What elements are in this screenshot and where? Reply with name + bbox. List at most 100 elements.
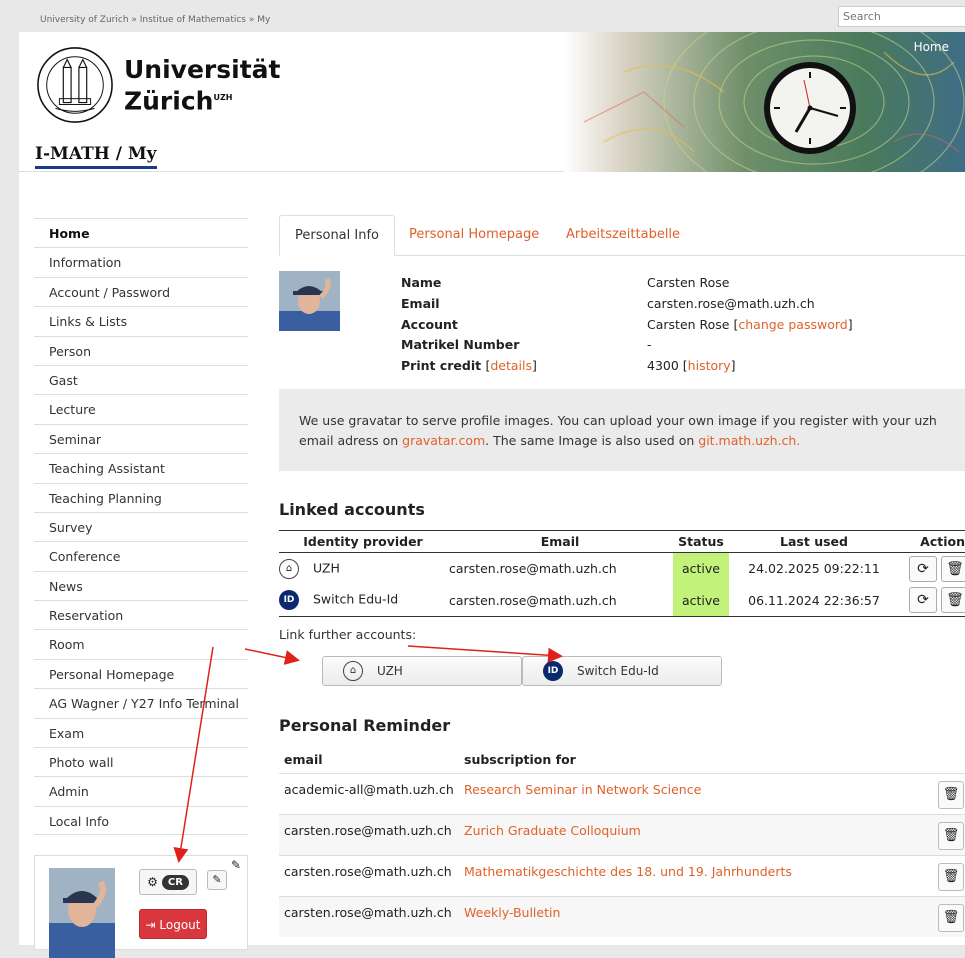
university-seal-logo[interactable] (36, 46, 114, 124)
sidebar-item-local-info[interactable]: Local Info (34, 805, 248, 836)
profile-photo (279, 271, 340, 331)
user-box: ⚙ CR ✎ ✎ ⇥ Logout (34, 855, 248, 958)
action-cell: 🗑 (929, 813, 965, 855)
value-print-credit: 4300 [history] (647, 358, 736, 374)
gravatar-link[interactable]: gravatar.com (402, 433, 485, 448)
last-used-cell: 06.11.2024 22:36:57 (729, 584, 899, 617)
header-banner-image: Home (564, 32, 965, 172)
site-title[interactable]: I-MATH / My (35, 144, 157, 169)
sidebar-item-lecture[interactable]: Lecture (34, 394, 248, 423)
action-cell: 🗑 (929, 854, 965, 896)
sidebar-nav: Home Information Account / Password Link… (34, 218, 248, 836)
col-last-used: Last used (729, 530, 899, 553)
university-name-line2: Zürich (124, 86, 214, 116)
sidebar-item-person[interactable]: Person (34, 335, 248, 365)
university-name-line1: Universität (124, 55, 281, 84)
git-link[interactable]: git.math.uzh.ch. (698, 433, 800, 448)
value-name: Carsten Rose (647, 275, 730, 290)
reminder-email: carsten.rose@math.uzh.ch (279, 854, 459, 896)
print-credit-details-link[interactable]: details (490, 358, 532, 373)
tab-personal-homepage[interactable]: Personal Homepage (394, 215, 554, 256)
change-password-link[interactable]: change password (738, 317, 847, 332)
sidebar-item-seminar[interactable]: Seminar (34, 423, 248, 453)
reminder-email: carsten.rose@math.uzh.ch (279, 895, 459, 937)
sidebar-item-conference[interactable]: Conference (34, 541, 248, 570)
sidebar-item-reservation[interactable]: Reservation (34, 600, 248, 629)
status-badge: active (673, 584, 729, 617)
subscription-link[interactable]: Zurich Graduate Colloquium (464, 823, 641, 838)
subscription-link[interactable]: Research Seminar in Network Science (464, 782, 701, 797)
edu-id-icon: ID (543, 661, 563, 681)
logout-icon: ⇥ (145, 918, 156, 932)
info-values: Carsten Rose carsten.rose@math.uzh.ch Ca… (647, 273, 853, 377)
email-cell: carsten.rose@math.uzh.ch (449, 561, 617, 577)
subscription-link[interactable]: Mathematikgeschichte des 18. und 19. Jah… (464, 864, 792, 879)
label-print-credit-text: Print credit (401, 358, 482, 374)
reminder-subscription: Mathematikgeschichte des 18. und 19. Jah… (459, 854, 929, 896)
col-action (929, 747, 965, 774)
link-further-label: Link further accounts: (279, 627, 417, 642)
email-cell: carsten.rose@math.uzh.ch (447, 584, 673, 617)
refresh-icon[interactable]: ⟳ (909, 555, 937, 582)
sidebar-item-teaching-planning[interactable]: Teaching Planning (34, 482, 248, 512)
trash-icon[interactable]: 🗑 (938, 821, 964, 850)
print-credit-history-link[interactable]: history (688, 358, 731, 373)
refresh-icon[interactable]: ⟳ (909, 587, 937, 614)
sidebar-item-gast[interactable]: Gast (34, 364, 248, 394)
reminder-email: academic-all@math.uzh.ch (279, 772, 459, 814)
reminder-table: email subscription for academic-all@math… (279, 747, 965, 937)
col-email: Email (447, 530, 673, 553)
col-identity-provider: Identity provider (279, 530, 447, 553)
sidebar-item-admin[interactable]: Admin (34, 776, 248, 805)
notice-text-2: . The same Image is also used on (485, 433, 699, 448)
table-row: ⌂ UZH carsten.rose@math.uzh.ch active 24.… (279, 552, 965, 585)
sidebar-item-survey[interactable]: Survey (34, 511, 248, 541)
link-uzh-button[interactable]: ⌂ UZH (322, 656, 522, 686)
trash-icon[interactable]: 🗑 (938, 862, 964, 891)
sidebar-item-teaching-assistant[interactable]: Teaching Assistant (34, 453, 248, 482)
uzh-seal-icon: ⌂ (279, 558, 299, 579)
edit-corner-icon[interactable]: ✎ (231, 858, 241, 872)
table-row: carsten.rose@math.uzh.ch Zurich Graduate… (279, 813, 965, 855)
sidebar-item-photo-wall[interactable]: Photo wall (34, 747, 248, 776)
link-edu-id-label: Switch Edu-Id (577, 664, 659, 678)
reminder-email: carsten.rose@math.uzh.ch (279, 813, 459, 855)
sidebar-item-information[interactable]: Information (34, 247, 248, 276)
edit-icon[interactable]: ✎ (207, 870, 227, 890)
sidebar-item-news[interactable]: News (34, 570, 248, 600)
header-home-link[interactable]: Home (914, 40, 949, 54)
site-header: Universität ZürichUZH I-MATH / My Home (19, 32, 965, 172)
table-row: academic-all@math.uzh.ch Research Semina… (279, 772, 965, 814)
sidebar-item-room[interactable]: Room (34, 629, 248, 658)
sidebar-item-home[interactable]: Home (34, 218, 248, 247)
sidebar-item-account-password[interactable]: Account / Password (34, 276, 248, 306)
value-account-text: Carsten Rose (647, 316, 730, 332)
col-action: Action (899, 530, 965, 553)
linked-accounts-title: Linked accounts (279, 500, 425, 519)
col-subscription: subscription for (459, 747, 929, 774)
tab-personal-info[interactable]: Personal Info (279, 215, 395, 256)
trash-icon[interactable]: 🗑 (938, 903, 964, 932)
label-print-credit: Print credit [details] (401, 358, 537, 374)
sidebar-item-links-lists[interactable]: Links & Lists (34, 306, 248, 335)
trash-icon[interactable]: 🗑 (941, 587, 965, 614)
sidebar-item-info-terminal[interactable]: AG Wagner / Y27 Info Terminal (34, 688, 248, 717)
sidebar-item-exam[interactable]: Exam (34, 717, 248, 747)
link-uzh-label: UZH (377, 664, 403, 678)
trash-icon[interactable]: 🗑 (938, 780, 964, 809)
info-labels: Name Email Account Matrikel Number Print… (401, 273, 537, 377)
tab-arbeitszeittabelle[interactable]: Arbeitszeittabelle (551, 215, 695, 256)
sidebar-item-personal-homepage[interactable]: Personal Homepage (34, 658, 248, 688)
logout-button[interactable]: ⇥ Logout (139, 909, 207, 939)
trash-icon[interactable]: 🗑 (941, 555, 965, 582)
user-settings-button[interactable]: ⚙ CR (139, 869, 197, 895)
university-name: Universität ZürichUZH (124, 56, 280, 115)
subscription-link[interactable]: Weekly-Bulletin (464, 905, 560, 920)
breadcrumb[interactable]: University of Zurich » Institue of Mathe… (40, 15, 270, 25)
table-row: ID Switch Edu-Id carsten.rose@math.uzh.ch… (279, 584, 965, 617)
link-edu-id-button[interactable]: ID Switch Edu-Id (522, 656, 722, 686)
status-badge: active (673, 552, 729, 585)
provider-name: Switch Edu-Id (313, 591, 399, 607)
tab-bar: Personal Info Personal Homepage Arbeitsz… (279, 215, 965, 256)
search-input[interactable] (838, 6, 965, 27)
